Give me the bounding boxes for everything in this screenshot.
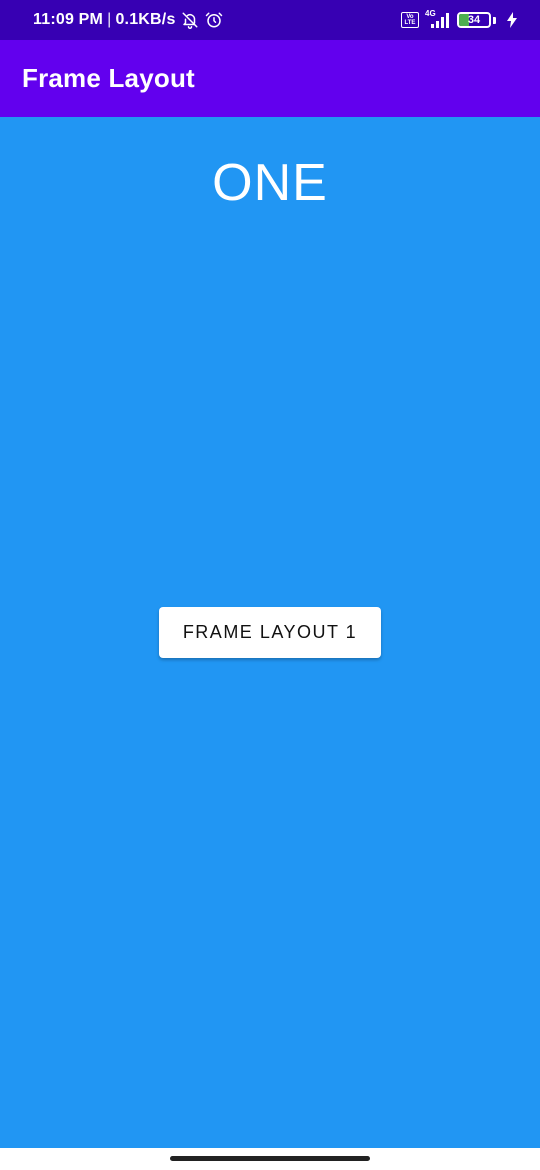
- frame-layout-content: ONE FRAME LAYOUT 1: [0, 117, 540, 1148]
- status-right: Vo LTE 4G 34: [401, 9, 522, 30]
- app-title: Frame Layout: [22, 63, 195, 93]
- volte-bottom: LTE: [404, 20, 416, 26]
- app-bar: Frame Layout: [0, 40, 540, 117]
- home-indicator[interactable]: [170, 1156, 370, 1161]
- battery-percent: 34: [467, 14, 481, 26]
- alarm-icon: [204, 10, 224, 30]
- battery-tip: [493, 16, 496, 24]
- screen: 11:09 PM | 0.1KB/s Vo LTE 4G 34 Frame La…: [0, 0, 540, 1170]
- network-type: 4G: [425, 9, 436, 18]
- frame-layout-button[interactable]: FRAME LAYOUT 1: [159, 607, 381, 658]
- volte-icon: Vo LTE: [401, 12, 419, 28]
- frame-label: ONE: [212, 154, 328, 212]
- charging-icon: [502, 10, 522, 30]
- status-left: 11:09 PM | 0.1KB/s: [33, 10, 224, 30]
- status-time: 11:09 PM: [33, 11, 104, 28]
- signal-icon: 4G: [425, 9, 451, 29]
- notifications-off-icon: [180, 10, 200, 30]
- status-separator: |: [107, 11, 112, 28]
- status-bar: 11:09 PM | 0.1KB/s Vo LTE 4G 34: [0, 0, 540, 40]
- network-speed: 0.1KB/s: [115, 11, 176, 28]
- battery-icon: 34: [457, 12, 491, 28]
- navigation-bar: [0, 1148, 540, 1170]
